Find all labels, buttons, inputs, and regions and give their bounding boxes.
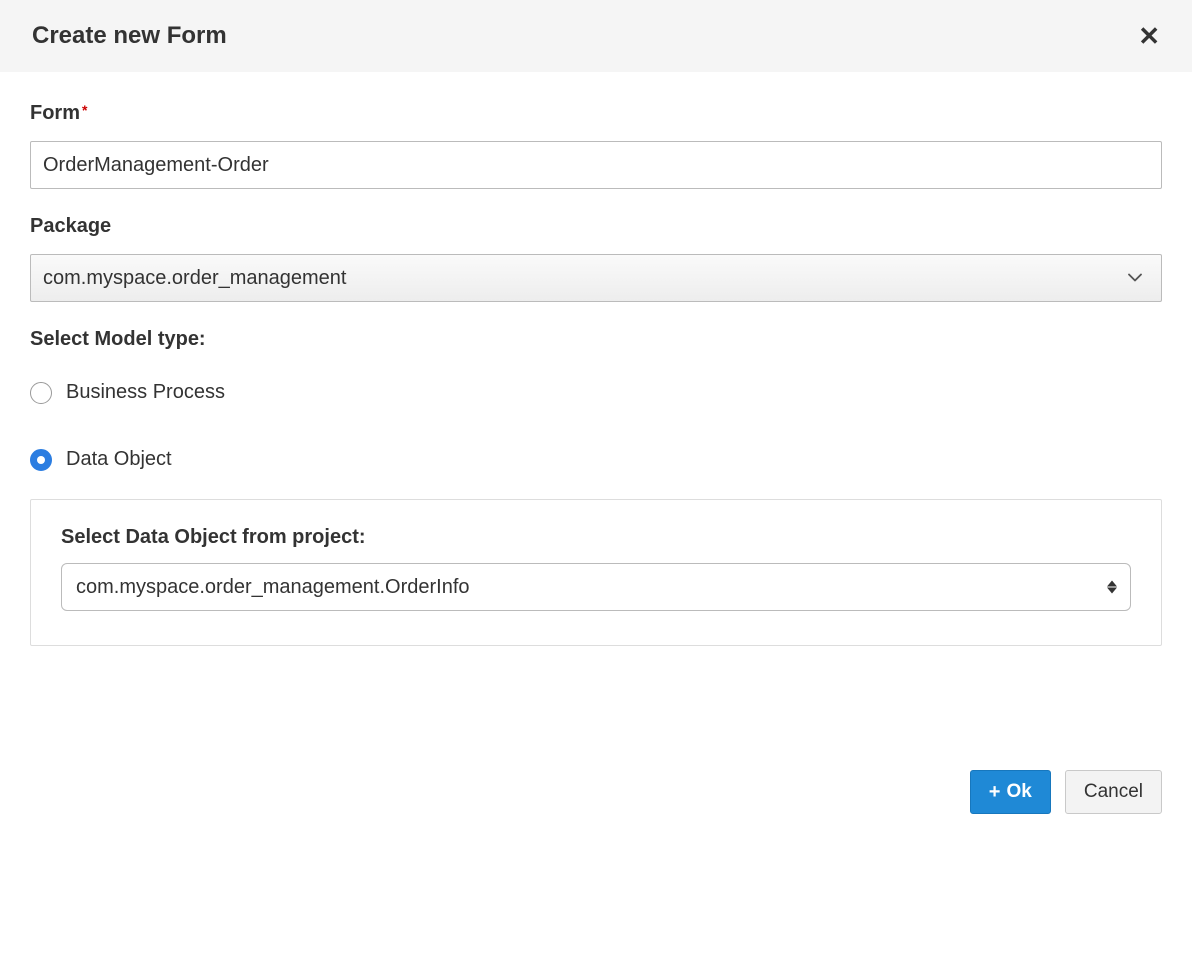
data-object-select-value: com.myspace.order_management.OrderInfo	[61, 563, 1131, 611]
package-label: Package	[30, 215, 1162, 238]
dialog-title: Create new Form	[32, 22, 227, 50]
create-form-dialog: Create new Form ✕ Form* Package com.mysp…	[0, 0, 1192, 838]
form-label: Form*	[30, 102, 1162, 125]
data-object-select[interactable]: com.myspace.order_management.OrderInfo	[61, 563, 1131, 611]
dialog-body: Form* Package com.myspace.order_manageme…	[0, 72, 1192, 646]
form-name-input[interactable]	[30, 141, 1162, 189]
cancel-button-label: Cancel	[1084, 781, 1143, 803]
radio-business-process-label: Business Process	[66, 381, 225, 404]
radio-data-object[interactable]	[30, 449, 52, 471]
dialog-header: Create new Form ✕	[0, 0, 1192, 72]
package-select-value: com.myspace.order_management	[30, 254, 1162, 302]
form-label-text: Form	[30, 102, 80, 124]
data-object-select-label: Select Data Object from project:	[61, 526, 1131, 549]
radio-data-object-label: Data Object	[66, 448, 172, 471]
radio-data-object-row[interactable]: Data Object	[30, 448, 1162, 471]
ok-button-label: Ok	[1006, 781, 1031, 803]
plus-icon: +	[989, 782, 1001, 802]
dialog-footer: + Ok Cancel	[0, 746, 1192, 838]
data-object-panel: Select Data Object from project: com.mys…	[30, 499, 1162, 646]
package-field-group: Package com.myspace.order_management	[30, 215, 1162, 302]
package-select[interactable]: com.myspace.order_management	[30, 254, 1162, 302]
model-type-label: Select Model type:	[30, 328, 1162, 351]
radio-business-process[interactable]	[30, 382, 52, 404]
required-star-icon: *	[82, 102, 87, 118]
close-icon[interactable]: ✕	[1138, 23, 1160, 49]
cancel-button[interactable]: Cancel	[1065, 770, 1162, 814]
radio-business-process-row[interactable]: Business Process	[30, 381, 1162, 404]
form-field-group: Form*	[30, 102, 1162, 189]
model-type-group: Select Model type: Business Process Data…	[30, 328, 1162, 646]
ok-button[interactable]: + Ok	[970, 770, 1051, 814]
